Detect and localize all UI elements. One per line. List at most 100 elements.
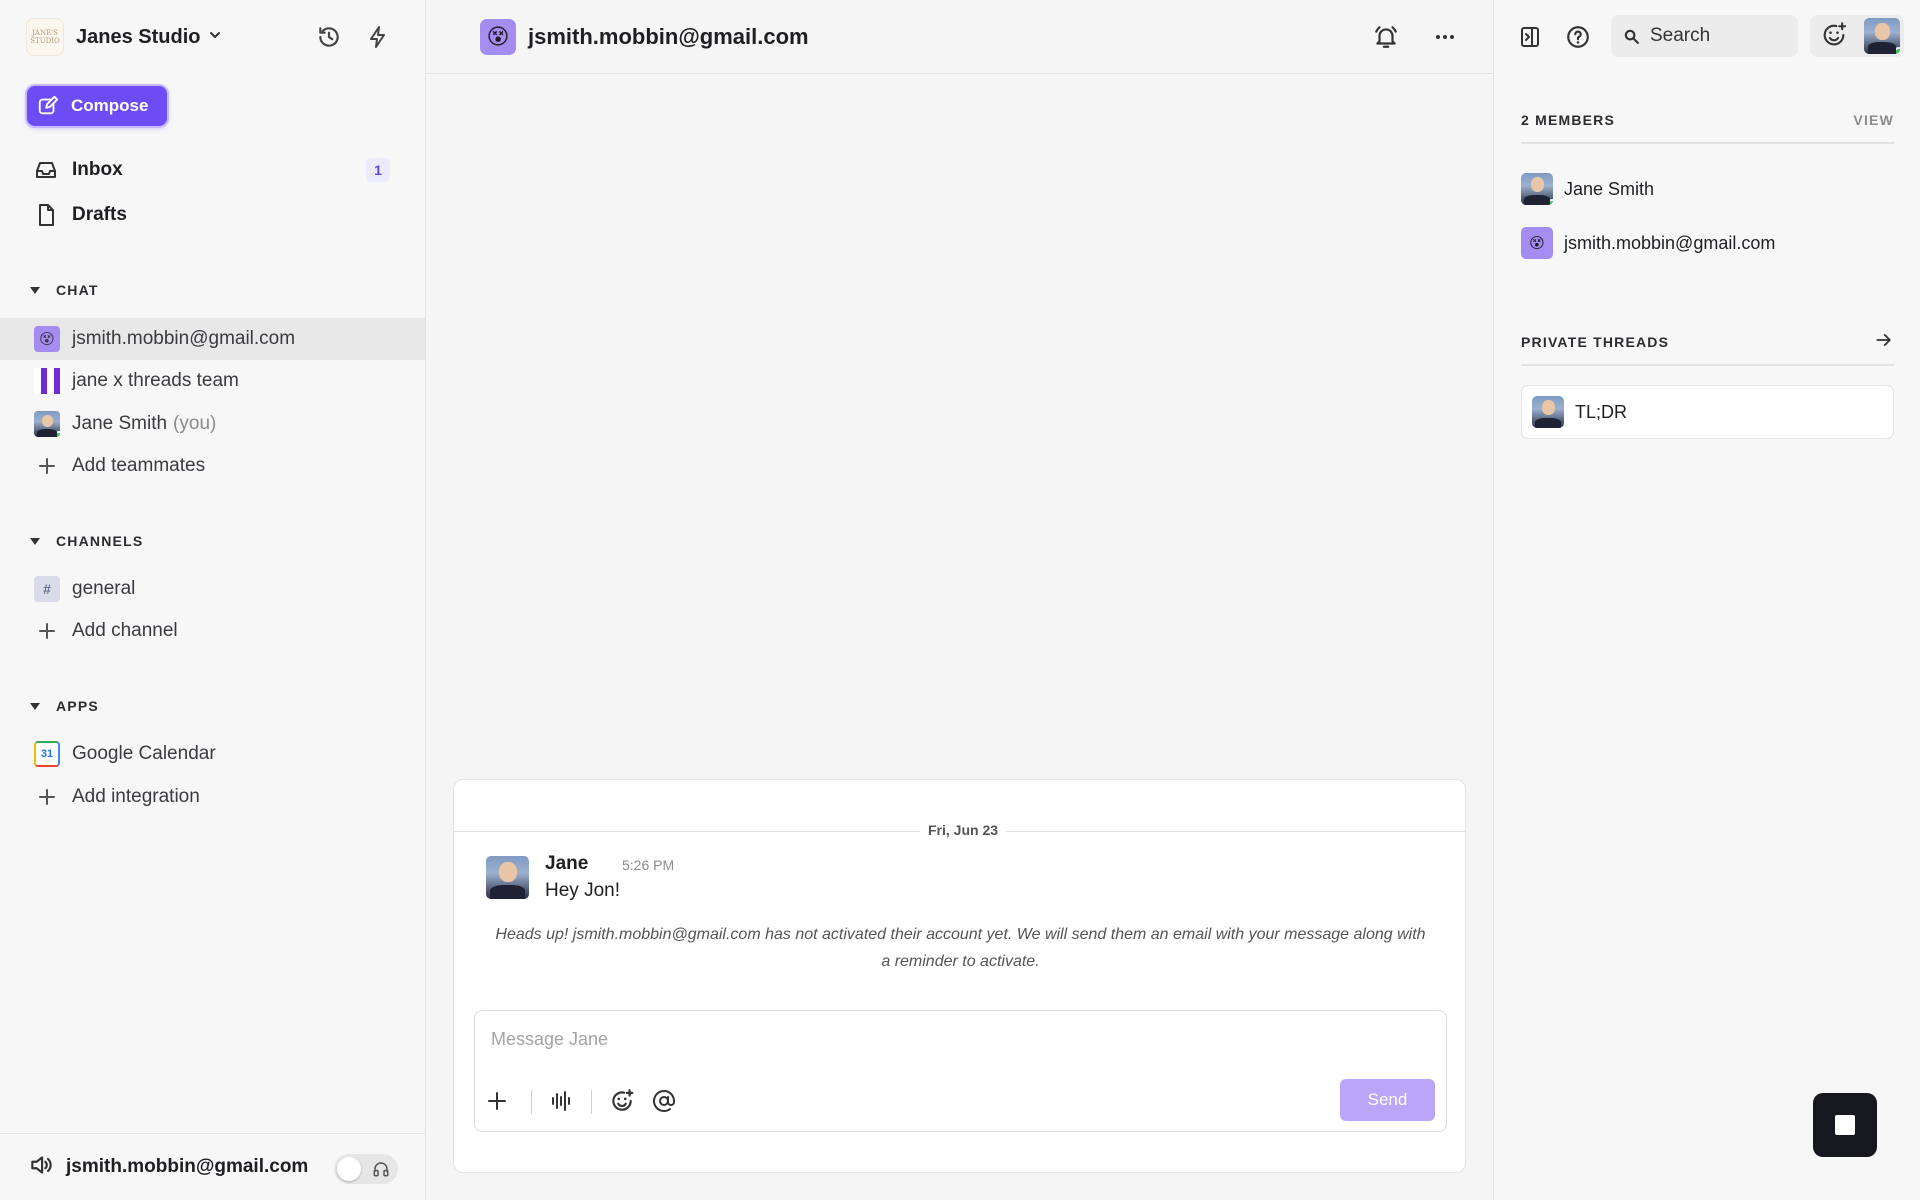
plus-icon <box>34 622 60 640</box>
section-apps-title: APPS <box>56 698 99 714</box>
arrow-right-icon[interactable] <box>1874 330 1894 353</box>
message-timestamp: 5:26 PM <box>622 857 675 873</box>
sidebar-footer: jsmith.mobbin@gmail.com <box>0 1133 425 1200</box>
nav-drafts-label: Drafts <box>72 204 127 225</box>
add-integration-label: Add integration <box>72 786 200 807</box>
sidebar: JANE'S STUDIO Janes Studio Compose Inbox … <box>0 0 426 1200</box>
workspace-name: Janes Studio <box>76 25 201 48</box>
details-panel: Search 2 MEMBERS VIEW Jane Smith 😵 jsmit… <box>1493 0 1920 1200</box>
online-status-dot <box>1547 199 1553 205</box>
avatar <box>34 411 60 437</box>
members-section-header: 2 MEMBERS VIEW <box>1521 112 1894 128</box>
emoji-icon[interactable] <box>606 1085 638 1117</box>
members-title: 2 MEMBERS <box>1521 112 1616 128</box>
avatar[interactable] <box>1864 18 1900 54</box>
compose-label: Compose <box>71 96 149 115</box>
view-members-link[interactable]: VIEW <box>1853 112 1894 128</box>
member-name: Jane Smith <box>1564 178 1655 199</box>
chat-item-jane-smith[interactable]: Jane Smith (you) <box>0 403 425 445</box>
message-composer: Send <box>474 1010 1447 1132</box>
thread-label: TL;DR <box>1575 401 1628 422</box>
dizzy-face-avatar-icon: 😵 <box>480 18 516 55</box>
huddle-toggle[interactable] <box>334 1154 398 1184</box>
mention-icon[interactable] <box>648 1085 680 1117</box>
chat-item-label: jane x threads team <box>72 370 239 391</box>
you-suffix: (you) <box>173 413 217 434</box>
section-divider <box>1521 142 1894 144</box>
section-channels-title: CHANNELS <box>56 533 144 549</box>
channel-item-label: general <box>72 578 136 599</box>
stop-icon <box>1835 1115 1855 1135</box>
section-divider <box>1521 364 1894 366</box>
status-emoji-icon[interactable] <box>1820 21 1848 54</box>
headphones-icon <box>372 1160 390 1183</box>
dizzy-face-avatar-icon: 😵 <box>1521 227 1553 259</box>
add-channel-label: Add channel <box>72 620 178 641</box>
workspace-logo: JANE'S STUDIO <box>26 18 64 56</box>
inbox-icon <box>36 162 56 178</box>
section-channels-header[interactable]: CHANNELS <box>30 533 143 549</box>
more-options-icon[interactable] <box>1429 21 1461 53</box>
private-thread-item[interactable]: TL;DR <box>1521 385 1894 439</box>
avatar <box>1521 173 1553 205</box>
plus-icon <box>34 457 60 475</box>
user-menu[interactable] <box>1810 15 1904 57</box>
send-button[interactable]: Send <box>1340 1079 1435 1121</box>
chat-item-label: Jane Smith <box>72 413 168 434</box>
section-chat-header[interactable]: CHAT <box>30 282 99 298</box>
private-threads-title: PRIVATE THREADS <box>1521 333 1670 350</box>
add-teammates-button[interactable]: Add teammates <box>0 445 425 487</box>
online-status-dot <box>1893 47 1900 54</box>
chevron-down-icon <box>208 28 222 47</box>
toolbar-divider <box>531 1090 532 1114</box>
lightning-icon[interactable] <box>362 21 394 53</box>
member-item[interactable]: Jane Smith <box>1521 173 1654 205</box>
chat-item-threads-team[interactable]: jane x threads team <box>0 360 425 402</box>
online-status-dot <box>54 431 60 437</box>
conversation-header: 😵 jsmith.mobbin@gmail.com <box>426 0 1493 74</box>
section-apps-header[interactable]: APPS <box>30 698 99 714</box>
history-icon[interactable] <box>313 21 345 53</box>
channel-item-general[interactable]: # general <box>0 568 425 610</box>
audio-waveform-icon[interactable] <box>545 1085 577 1117</box>
search-label: Search <box>1650 25 1711 46</box>
avatar <box>1532 396 1564 428</box>
message-text: Hey Jon! <box>545 880 620 901</box>
private-threads-header[interactable]: PRIVATE THREADS <box>1521 330 1894 353</box>
message-author[interactable]: Jane <box>545 853 588 875</box>
search-button[interactable]: Search <box>1611 15 1798 57</box>
message-input[interactable] <box>491 1025 1391 1053</box>
member-name: jsmith.mobbin@gmail.com <box>1564 232 1776 253</box>
document-icon <box>39 204 54 226</box>
toggle-knob <box>337 1157 361 1181</box>
section-chat-title: CHAT <box>56 282 99 298</box>
nav-inbox[interactable]: Inbox <box>34 158 123 182</box>
compose-button[interactable]: Compose <box>27 86 167 126</box>
chat-item-label: jsmith.mobbin@gmail.com <box>72 328 296 349</box>
bell-icon[interactable] <box>1370 21 1402 53</box>
app-item-google-calendar[interactable]: 31 Google Calendar <box>0 733 425 775</box>
attach-plus-icon[interactable] <box>481 1085 513 1117</box>
stop-recording-button[interactable] <box>1813 1093 1877 1157</box>
help-icon[interactable] <box>1562 21 1594 53</box>
plus-icon <box>34 788 60 806</box>
add-integration-button[interactable]: Add integration <box>0 776 425 818</box>
speaker-icon[interactable] <box>28 1152 54 1183</box>
caret-down-icon <box>30 702 40 710</box>
chat-item-jsmith[interactable]: 😵 jsmith.mobbin@gmail.com <box>0 318 425 360</box>
search-icon <box>1624 29 1639 44</box>
nav-drafts[interactable]: Drafts <box>34 203 127 227</box>
checkered-avatar-icon <box>34 368 60 394</box>
app-item-label: Google Calendar <box>72 743 216 764</box>
inbox-count-badge: 1 <box>366 158 390 182</box>
hash-icon: # <box>34 576 60 602</box>
date-label: Fri, Jun 23 <box>920 822 1007 838</box>
footer-user-email: jsmith.mobbin@gmail.com <box>66 1156 309 1177</box>
member-item[interactable]: 😵 jsmith.mobbin@gmail.com <box>1521 227 1775 259</box>
sidebar-toggle-icon[interactable] <box>1514 21 1546 53</box>
workspace-switcher[interactable]: JANE'S STUDIO Janes Studio <box>26 18 222 56</box>
add-channel-button[interactable]: Add channel <box>0 610 425 652</box>
toolbar-divider <box>591 1090 592 1114</box>
avatar[interactable] <box>486 856 529 899</box>
conversation-pane: 😵 jsmith.mobbin@gmail.com Fri, Jun 23 Ja… <box>426 0 1493 1200</box>
